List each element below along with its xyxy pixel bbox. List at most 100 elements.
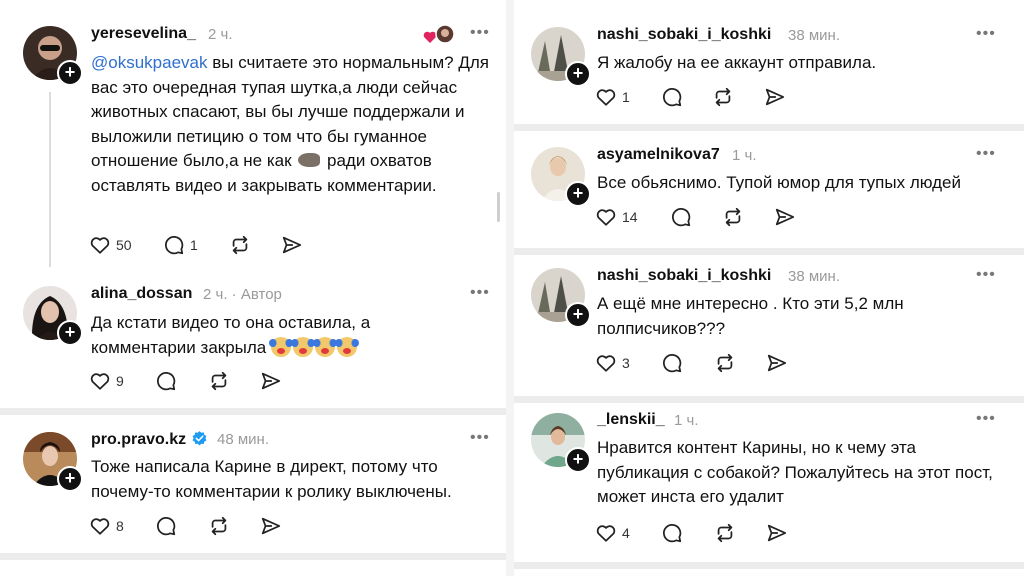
share-button[interactable] bbox=[765, 522, 789, 544]
send-icon bbox=[282, 236, 302, 254]
repost-icon bbox=[211, 371, 227, 391]
timestamp: 1 ч. bbox=[674, 412, 699, 429]
verified-badge-icon bbox=[192, 431, 207, 446]
comment-text: А ещё мне интересно . Кто эти 5,2 млн по… bbox=[597, 294, 904, 338]
username[interactable]: nashi_sobaki_i_koshki bbox=[597, 267, 771, 285]
send-icon bbox=[767, 524, 787, 542]
follow-plus-icon[interactable]: + bbox=[57, 466, 83, 492]
action-bar: 1 bbox=[595, 86, 795, 112]
send-icon bbox=[261, 372, 281, 390]
follow-plus-icon[interactable]: + bbox=[57, 60, 83, 86]
more-options-icon[interactable]: ••• bbox=[976, 266, 996, 284]
reply-button[interactable] bbox=[661, 352, 683, 374]
repost-button[interactable] bbox=[228, 234, 252, 256]
like-button[interactable]: 50 bbox=[89, 234, 132, 256]
username[interactable]: pro.pravo.kz bbox=[91, 430, 208, 449]
more-options-icon[interactable]: ••• bbox=[976, 25, 996, 43]
mention-link[interactable]: @oksukpaevak bbox=[91, 53, 208, 72]
reply-button[interactable] bbox=[670, 206, 692, 228]
follow-plus-icon[interactable]: + bbox=[565, 181, 591, 207]
comment-text: Нравится контент Карины, но к чему эта п… bbox=[597, 438, 993, 506]
left-thread-panel: + yeresevelina_ 2 ч. ••• @oksukpaevak вы… bbox=[0, 0, 506, 576]
more-options-icon[interactable]: ••• bbox=[470, 429, 490, 447]
username[interactable]: yeresevelina_ bbox=[91, 25, 196, 43]
share-button[interactable] bbox=[259, 370, 283, 392]
like-button[interactable]: 8 bbox=[89, 515, 124, 537]
follow-plus-icon[interactable]: + bbox=[57, 320, 83, 346]
clown-emoji-icon bbox=[335, 336, 359, 357]
more-options-icon[interactable]: ••• bbox=[976, 410, 996, 428]
clown-emoji-icon bbox=[269, 336, 293, 357]
like-count: 1 bbox=[622, 89, 630, 105]
divider bbox=[0, 553, 506, 560]
repost-icon bbox=[715, 87, 731, 107]
follow-plus-icon[interactable]: + bbox=[565, 61, 591, 87]
send-icon bbox=[767, 354, 787, 372]
comment-post: + alina_dossan 2 ч. · Автор ••• Да кстат… bbox=[0, 268, 506, 410]
action-bar: 8 bbox=[89, 515, 289, 541]
share-button[interactable] bbox=[763, 86, 787, 108]
comment-post: + pro.pravo.kz 48 мин. ••• Тоже написала… bbox=[0, 415, 506, 576]
more-options-icon[interactable]: ••• bbox=[976, 145, 996, 163]
reply-button[interactable] bbox=[661, 86, 683, 108]
comment-text: Я жалобу на ее аккаунт отправила. bbox=[597, 53, 877, 72]
timestamp: 1 ч. bbox=[732, 147, 757, 164]
comment-text: @oksukpaevak вы считаете это нормальным?… bbox=[91, 53, 489, 195]
follow-plus-icon[interactable]: + bbox=[565, 302, 591, 328]
repost-button[interactable] bbox=[711, 86, 735, 108]
more-options-icon[interactable]: ••• bbox=[470, 24, 490, 42]
comment-text: Тоже написала Карине в директ, потому чт… bbox=[91, 457, 452, 501]
repost-icon bbox=[717, 353, 733, 373]
divider bbox=[514, 562, 1024, 569]
scrollbar[interactable] bbox=[497, 192, 500, 222]
share-button[interactable] bbox=[280, 234, 304, 256]
rat-emoji-icon bbox=[298, 153, 321, 167]
repost-button[interactable] bbox=[713, 352, 737, 374]
like-button[interactable]: 4 bbox=[595, 522, 630, 544]
clown-emoji-icon bbox=[313, 336, 337, 357]
like-button[interactable]: 14 bbox=[595, 206, 638, 228]
reply-button[interactable] bbox=[155, 515, 177, 537]
comment-icon bbox=[663, 88, 682, 107]
username[interactable]: asyamelnikova7 bbox=[597, 146, 720, 164]
repost-icon bbox=[717, 523, 733, 543]
reply-button[interactable]: 1 bbox=[163, 234, 198, 256]
liked-by-author-icon bbox=[423, 24, 455, 51]
comment-text: Все обьяснимо. Тупой юмор для тупых люде… bbox=[597, 173, 961, 192]
timestamp: 2 ч. · Автор bbox=[203, 286, 282, 303]
heart-icon bbox=[596, 209, 616, 226]
comment-post: + yeresevelina_ 2 ч. ••• @oksukpaevak вы… bbox=[0, 0, 506, 268]
like-button[interactable]: 9 bbox=[89, 370, 124, 392]
share-button[interactable] bbox=[259, 515, 283, 537]
like-button[interactable]: 3 bbox=[595, 352, 630, 374]
comment-post: + nashi_sobaki_i_koshki 38 мин. ••• А ещ… bbox=[514, 255, 1024, 396]
share-button[interactable] bbox=[765, 352, 789, 374]
follow-plus-icon[interactable]: + bbox=[565, 447, 591, 473]
repost-button[interactable] bbox=[721, 206, 745, 228]
comment-post: + nashi_sobaki_i_koshki 38 мин. ••• Я жа… bbox=[514, 0, 1024, 124]
comment-icon bbox=[165, 236, 184, 255]
repost-button[interactable] bbox=[207, 370, 231, 392]
repost-button[interactable] bbox=[713, 522, 737, 544]
username[interactable]: nashi_sobaki_i_koshki bbox=[597, 26, 771, 44]
heart-icon bbox=[596, 355, 616, 372]
send-icon bbox=[775, 208, 795, 226]
username[interactable]: alina_dossan bbox=[91, 285, 192, 303]
reply-button[interactable] bbox=[155, 370, 177, 392]
reply-button[interactable] bbox=[661, 522, 683, 544]
comment-icon bbox=[157, 517, 176, 536]
username[interactable]: _lenskii_ bbox=[597, 411, 665, 429]
divider bbox=[514, 248, 1024, 255]
like-count: 50 bbox=[116, 237, 132, 253]
comment-icon bbox=[672, 208, 691, 227]
right-thread-panel: + nashi_sobaki_i_koshki 38 мин. ••• Я жа… bbox=[514, 0, 1024, 576]
repost-button[interactable] bbox=[207, 515, 231, 537]
action-bar: 4 bbox=[595, 522, 795, 548]
timestamp: 38 мин. bbox=[788, 268, 840, 285]
timestamp: 2 ч. bbox=[208, 26, 233, 43]
share-button[interactable] bbox=[773, 206, 797, 228]
heart-icon bbox=[596, 525, 616, 542]
like-button[interactable]: 1 bbox=[595, 86, 630, 108]
reply-count: 1 bbox=[190, 237, 198, 253]
more-options-icon[interactable]: ••• bbox=[470, 284, 490, 302]
